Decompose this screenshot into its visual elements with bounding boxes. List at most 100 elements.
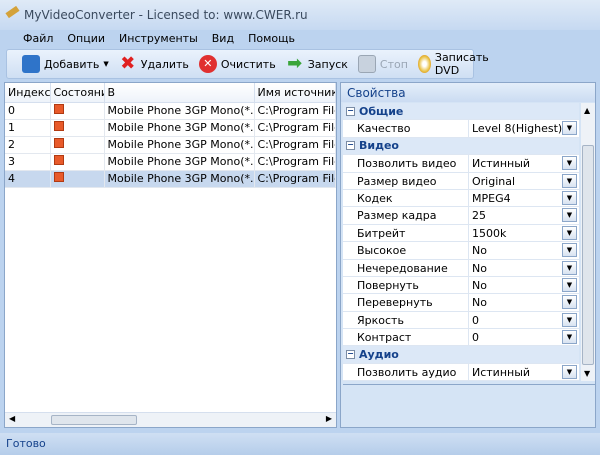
property-row[interactable]: Яркость 0 ▼: [343, 311, 579, 330]
property-row[interactable]: Перевернуть No ▼: [343, 294, 579, 312]
dvd-icon: [417, 55, 431, 73]
col-format[interactable]: В: [104, 83, 255, 103]
property-grid: − Общие Качество Level 8(Highest) ▼ − Видео Поз…: [343, 103, 579, 382]
status-text: Готово: [6, 437, 46, 450]
cell-source: C:\Program Files\: [254, 170, 336, 188]
cell-status: [50, 119, 105, 137]
property-category[interactable]: − Видео: [343, 137, 579, 156]
scroll-down-icon[interactable]: ▼: [584, 369, 590, 378]
property-row[interactable]: Битрейт 1500k ▼: [343, 224, 579, 243]
scroll-thumb[interactable]: [51, 415, 137, 425]
property-label: Нечередование: [343, 259, 469, 276]
table-row[interactable]: 2 Mobile Phone 3GP Mono(*.3gp)C:\Program …: [5, 136, 336, 154]
table-row[interactable]: 0 Mobile Phone 3GP Mono(*.3gp)C:\Program …: [5, 102, 336, 120]
property-value-text: No: [472, 244, 487, 258]
property-row[interactable]: Нечередование No ▼: [343, 259, 579, 277]
property-description: [343, 384, 595, 427]
start-label: Запуск: [307, 57, 348, 71]
scroll-right-icon[interactable]: ▶: [326, 414, 332, 423]
property-value[interactable]: Истинный ▼: [469, 363, 579, 381]
clear-label: Очистить: [220, 57, 276, 71]
property-label: Битрейт: [343, 224, 469, 242]
property-value[interactable]: 0 ▼: [469, 311, 579, 329]
property-category[interactable]: − Общие: [343, 103, 579, 121]
cell-source: C:\Program Files\: [254, 119, 336, 137]
menu-tools[interactable]: Инструменты: [112, 30, 205, 48]
property-value[interactable]: Истинный ▼: [469, 155, 579, 172]
property-row[interactable]: Кодек MPEG4 ▼: [343, 189, 579, 208]
menu-file[interactable]: Файл: [16, 30, 60, 48]
collapse-icon[interactable]: −: [346, 106, 355, 116]
dropdown-arrow-icon[interactable]: ▼: [562, 121, 577, 136]
property-value[interactable]: No ▼: [469, 294, 579, 311]
property-value-text: No: [472, 261, 487, 275]
property-value[interactable]: No ▼: [469, 276, 579, 294]
stop-button[interactable]: Стоп: [353, 51, 413, 77]
property-value[interactable]: 1500k ▼: [469, 224, 579, 242]
add-button[interactable]: Добавить ▼: [17, 51, 114, 77]
table-row[interactable]: 3 Mobile Phone 3GP Mono(*.3gp)C:\Program …: [5, 153, 336, 171]
property-row[interactable]: Позволить видео Истинный ▼: [343, 155, 579, 173]
collapse-icon[interactable]: −: [346, 350, 355, 360]
property-value[interactable]: Level 8(Highest) ▼: [469, 120, 579, 137]
delete-label: Удалить: [140, 57, 189, 71]
col-source[interactable]: Имя источника: [254, 83, 336, 103]
app-icon: [5, 5, 20, 19]
menu-view[interactable]: Вид: [205, 30, 241, 48]
clear-button[interactable]: ✕ Очистить: [194, 51, 281, 77]
dropdown-arrow-icon[interactable]: ▼: [562, 330, 577, 345]
dropdown-arrow-icon[interactable]: ▼: [562, 173, 577, 188]
dropdown-arrow-icon[interactable]: ▼: [562, 156, 577, 171]
property-row[interactable]: Качество Level 8(Highest) ▼: [343, 120, 579, 138]
table-row[interactable]: 4 Mobile Phone 3GP Mono(*.3gp)C:\Program …: [5, 170, 336, 188]
delete-button[interactable]: ✖ Удалить: [114, 51, 194, 77]
property-row[interactable]: Размер видео Original ▼: [343, 172, 579, 190]
property-category[interactable]: − Аудио: [343, 346, 579, 364]
start-button[interactable]: ➡ Запуск: [281, 51, 353, 77]
col-status[interactable]: Состояние: [50, 83, 105, 103]
property-value-text: 0: [472, 313, 479, 327]
dropdown-arrow-icon[interactable]: ▼: [562, 277, 577, 292]
horizontal-scrollbar[interactable]: ◀ ▶: [5, 412, 336, 427]
cell-status: [50, 170, 105, 188]
property-row[interactable]: Повернуть No ▼: [343, 276, 579, 295]
category-label: Видео: [359, 139, 399, 153]
dropdown-arrow-icon[interactable]: ▼: [562, 190, 577, 205]
property-row[interactable]: Высокое разрешениеNo ▼: [343, 242, 579, 274]
table-row[interactable]: 1 Mobile Phone 3GP Mono(*.3gp)C:\Program …: [5, 119, 336, 137]
property-row[interactable]: Контраст 0 ▼: [343, 329, 579, 347]
property-value[interactable]: No ▼: [469, 259, 579, 276]
property-row[interactable]: Размер кадра 25 ▼: [343, 207, 579, 225]
dropdown-arrow-icon[interactable]: ▼: [562, 243, 577, 258]
property-value[interactable]: MPEG4 ▼: [469, 189, 579, 207]
property-value[interactable]: 25 ▼: [469, 207, 579, 224]
menu-help[interactable]: Помощь: [241, 30, 302, 48]
cell-source: C:\Program Files\: [254, 102, 336, 120]
properties-title: Свойства: [341, 83, 595, 102]
collapse-icon[interactable]: −: [346, 141, 355, 151]
property-value[interactable]: Original ▼: [469, 172, 579, 189]
dropdown-arrow-icon[interactable]: ▼: [562, 208, 577, 223]
burn-dvd-button[interactable]: Записать DVD: [413, 51, 499, 77]
scroll-thumb[interactable]: [582, 145, 594, 365]
property-value-text: Original: [472, 174, 516, 188]
cell-format: Mobile Phone 3GP Mono(*.3gp): [104, 119, 255, 137]
property-value[interactable]: 0 ▼: [469, 329, 579, 346]
cell-index: 0: [5, 102, 51, 120]
property-row[interactable]: Позволить аудио Истинный ▼: [343, 363, 579, 382]
vertical-scrollbar[interactable]: ▲ ▼: [581, 103, 595, 381]
property-value[interactable]: No ▼: [469, 242, 579, 259]
dropdown-arrow-icon[interactable]: ▼: [562, 260, 577, 275]
property-label: Размер видео: [343, 172, 469, 189]
dropdown-arrow-icon[interactable]: ▼: [562, 225, 577, 240]
property-label: Кодек: [343, 189, 469, 207]
dropdown-arrow-icon[interactable]: ▼: [562, 312, 577, 327]
dropdown-arrow-icon[interactable]: ▼: [562, 295, 577, 310]
status-icon: [53, 138, 64, 148]
scroll-up-icon[interactable]: ▲: [584, 106, 590, 115]
menu-options[interactable]: Опции: [60, 30, 112, 48]
col-index[interactable]: Индекс: [5, 83, 51, 103]
dropdown-arrow-icon[interactable]: ▼: [562, 364, 577, 379]
scroll-left-icon[interactable]: ◀: [9, 414, 15, 423]
property-value-text: 1500k: [472, 226, 507, 240]
